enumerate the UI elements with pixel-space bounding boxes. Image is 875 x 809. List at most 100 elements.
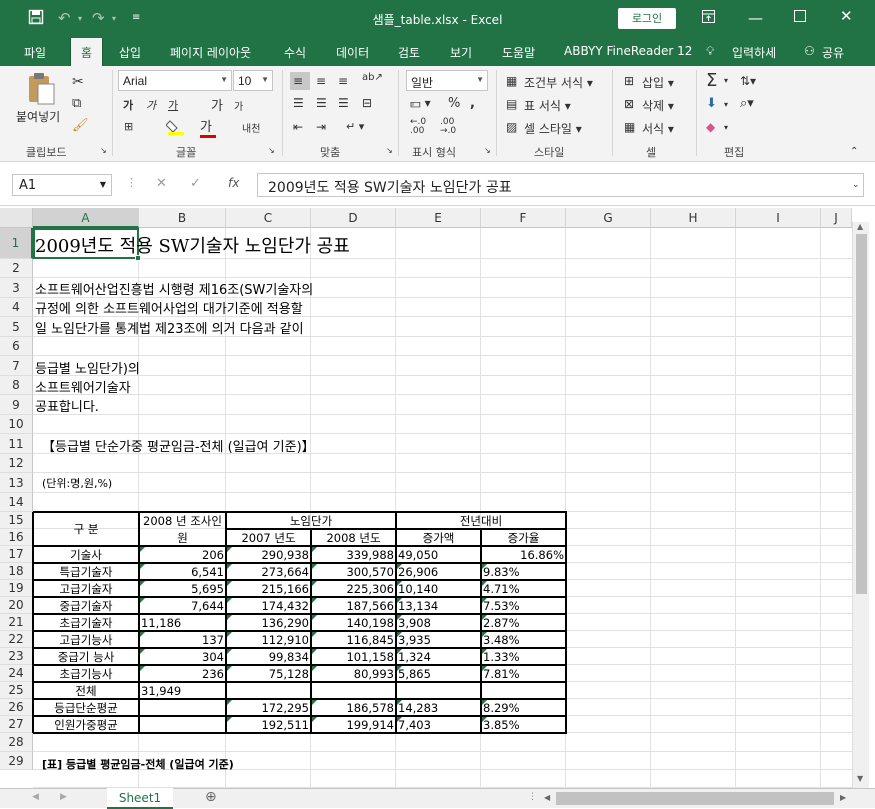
table-cell[interactable]: 236: [139, 666, 226, 682]
add-sheet-icon[interactable]: ⊕: [205, 789, 217, 805]
delete-cells-button[interactable]: 삭제 ▾: [642, 97, 674, 114]
insert-cells-button[interactable]: 삽입 ▾: [642, 74, 674, 91]
table-format-button[interactable]: 표 서식 ▾: [524, 97, 571, 114]
row-header-14[interactable]: 14: [0, 493, 33, 512]
paste-icon[interactable]: [26, 72, 56, 109]
copy-icon[interactable]: ⧉: [72, 96, 81, 111]
row-header-22[interactable]: 22: [0, 631, 33, 648]
dialog-launcher-icon[interactable]: ↘: [100, 146, 107, 155]
wrap-text-icon[interactable]: ↵ ▾: [346, 120, 364, 133]
column-header-j[interactable]: J: [821, 208, 852, 228]
row-header-27[interactable]: 27: [0, 716, 33, 733]
text-cell-r4[interactable]: 규정에 의한 소프트웨어사업의 대가기준에 적용할: [35, 298, 303, 317]
row-header-21[interactable]: 21: [0, 614, 33, 631]
table-cell[interactable]: 5,695: [139, 581, 226, 597]
dialog-launcher-icon[interactable]: ↘: [268, 146, 275, 155]
expand-formula-bar-icon[interactable]: ⌄: [852, 180, 860, 190]
table-cell[interactable]: 137: [139, 632, 226, 648]
text-cell-r29[interactable]: [표] 등급별 평균임금-전체 (일급여 기준): [42, 756, 234, 772]
shrink-font-button[interactable]: 가: [234, 98, 243, 113]
table-cell[interactable]: 31,949: [139, 683, 226, 699]
table-cell[interactable]: 인원가중평균: [33, 717, 139, 733]
tab-data[interactable]: 데이터: [336, 44, 369, 61]
cut-icon[interactable]: ✂: [72, 74, 84, 90]
table-cell[interactable]: 특급기술자: [33, 564, 139, 580]
increase-decimal-icon[interactable]: ←.0.00: [410, 118, 426, 136]
sort-filter-icon[interactable]: ⇅▾: [740, 74, 756, 88]
paste-button[interactable]: 붙여넣기: [16, 108, 60, 125]
table-cell[interactable]: 7,644: [139, 598, 226, 614]
row-header-11[interactable]: 11: [0, 434, 33, 454]
row-header-3[interactable]: 3: [0, 278, 33, 298]
table-cell[interactable]: 16.86%: [481, 547, 566, 563]
share-button[interactable]: 공유: [822, 44, 844, 61]
bold-button[interactable]: 가: [123, 97, 133, 113]
tab-help[interactable]: 도움말: [502, 44, 535, 61]
scroll-up-icon[interactable]: ▲: [857, 222, 863, 231]
cell-style-icon[interactable]: ▨: [506, 120, 517, 134]
table-cell[interactable]: 99,834: [226, 649, 311, 665]
table-cell[interactable]: 136,290: [226, 615, 311, 631]
text-cell-r9[interactable]: 공표합니다.: [35, 396, 99, 415]
table-cell[interactable]: 300,570: [311, 564, 396, 580]
column-header-h[interactable]: H: [651, 208, 736, 228]
tab-review[interactable]: 검토: [398, 44, 420, 61]
tell-me-search[interactable]: 입력하세: [732, 44, 776, 61]
column-header-i[interactable]: I: [736, 208, 821, 228]
row-header-13[interactable]: 13: [0, 473, 33, 493]
row-header-7[interactable]: 7: [0, 356, 33, 376]
prev-sheet-icon[interactable]: ◀: [32, 792, 39, 802]
table-cell[interactable]: 26,906: [396, 564, 481, 580]
table-cell[interactable]: 기술사: [33, 547, 139, 563]
minimize-icon[interactable]: —: [748, 9, 763, 27]
row-header-4[interactable]: 4: [0, 298, 33, 317]
tab-home[interactable]: 홈: [70, 38, 104, 66]
title-cell[interactable]: 2009년도 적용 SW기술자 노임단가 공표: [35, 232, 350, 258]
row-header-16[interactable]: 16: [0, 529, 33, 546]
comma-style-icon[interactable]: ,: [470, 96, 475, 111]
delete-cells-icon[interactable]: ⊠: [624, 97, 634, 111]
login-button[interactable]: 로그인: [618, 8, 676, 29]
table-cell[interactable]: 중급기 능사: [33, 649, 139, 665]
font-size-select[interactable]: 10 ▼: [233, 70, 273, 91]
tab-abbyy[interactable]: ABBYY FineReader 12: [564, 44, 692, 58]
row-header-26[interactable]: 26: [0, 699, 33, 716]
table-cell[interactable]: 등급단순평균: [33, 700, 139, 716]
text-cell-r5[interactable]: 일 노임단가를 통계법 제23조에 의거 다음과 같이: [35, 318, 304, 337]
table-cell[interactable]: 192,511: [226, 717, 311, 733]
underline-button[interactable]: 가: [168, 97, 178, 113]
align-bottom-icon[interactable]: ≡: [338, 74, 348, 88]
text-cell-r3[interactable]: 소프트웨어산업진흥법 시행령 제16조(SW기술자의: [35, 279, 313, 298]
format-cells-button[interactable]: 서식 ▾: [642, 120, 674, 137]
table-cell[interactable]: 7.53%: [481, 598, 566, 614]
table-cell[interactable]: 전체: [33, 683, 139, 699]
font-name-select[interactable]: Arial ▼: [118, 70, 232, 91]
column-header-g[interactable]: G: [566, 208, 651, 228]
table-cell[interactable]: 초급기능사: [33, 666, 139, 682]
table-cell[interactable]: 13,134: [396, 598, 481, 614]
row-header-8[interactable]: 8: [0, 376, 33, 395]
insert-cells-icon[interactable]: ⊞: [624, 74, 634, 88]
table-cell[interactable]: 초급기술자: [33, 615, 139, 631]
column-header-a[interactable]: A: [33, 208, 139, 228]
text-cell-r8[interactable]: 소프트웨어기술자: [35, 377, 131, 396]
orientation-icon[interactable]: ab↗: [362, 72, 383, 83]
table-cell[interactable]: 1,324: [396, 649, 481, 665]
dialog-launcher-icon[interactable]: ↘: [484, 146, 491, 155]
fill-color-icon[interactable]: [165, 119, 186, 138]
table-cell[interactable]: 80,993: [311, 666, 396, 682]
clear-icon[interactable]: ◆: [706, 120, 715, 134]
table-cell[interactable]: 304: [139, 649, 226, 665]
row-header-1[interactable]: 1: [0, 228, 33, 259]
table-header-gubun[interactable]: 구 분: [33, 512, 139, 546]
horizontal-scroll-thumb[interactable]: [556, 792, 834, 805]
align-center-icon[interactable]: ☰: [316, 96, 327, 110]
table-cell[interactable]: 14,283: [396, 700, 481, 716]
row-header-9[interactable]: 9: [0, 395, 33, 415]
table-cell[interactable]: 고급기능사: [33, 632, 139, 648]
table-cell[interactable]: 187,566: [311, 598, 396, 614]
table-cell[interactable]: 3.48%: [481, 632, 566, 648]
table-header-wage[interactable]: 노임단가: [226, 513, 396, 529]
table-cell[interactable]: 2.87%: [481, 615, 566, 631]
column-header-c[interactable]: C: [226, 208, 311, 228]
